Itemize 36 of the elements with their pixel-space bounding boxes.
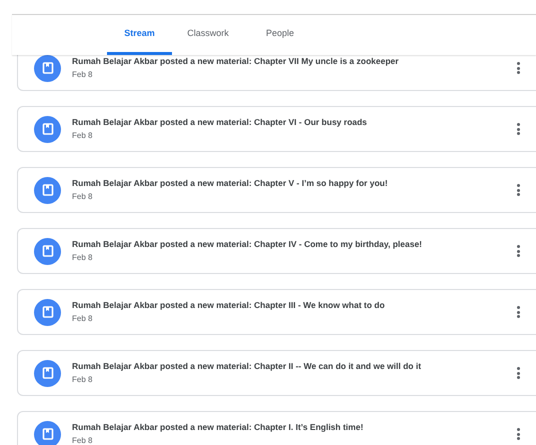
tab[interactable]: Classwork — [172, 15, 244, 55]
post-title[interactable]: Rumah Belajar Akbar posted a new material: Chapter IV - Come to my birthday, please! — [72, 238, 516, 251]
post-card[interactable]: Rumah Belajar Akbar posted a new material: Chapter II -- We can do it and we will do it Feb 8 — [17, 350, 536, 396]
more-options-icon[interactable] — [516, 184, 520, 196]
post-card[interactable]: Rumah Belajar Akbar posted a new material: Chapter VI - Our busy roads Feb 8 — [17, 106, 536, 152]
post-title[interactable]: Rumah Belajar Akbar posted a new material: Chapter I. It’s English time! — [72, 421, 516, 434]
post-title[interactable]: Rumah Belajar Akbar posted a new material: Chapter VII My uncle is a zookeeper — [72, 55, 516, 68]
post-card[interactable]: Rumah Belajar Akbar posted a new material: Chapter III - We know what to do Feb 8 — [17, 289, 536, 335]
post-date: Feb 8 — [72, 68, 94, 81]
more-options-icon[interactable] — [516, 123, 520, 135]
post-date: Feb 8 — [72, 130, 94, 142]
post-title[interactable]: Rumah Belajar Akbar posted a new material: Chapter VI - Our busy roads — [72, 116, 516, 129]
post-title[interactable]: Rumah Belajar Akbar posted a new material: Chapter II -- We can do it and we will do it — [72, 360, 516, 373]
post-title[interactable]: Rumah Belajar Akbar posted a new material: Chapter III - We know what to do — [72, 299, 516, 312]
material-icon — [34, 176, 61, 204]
tab[interactable]: People — [244, 15, 316, 55]
material-icon — [34, 298, 61, 326]
material-icon — [34, 238, 61, 264]
post-date: Feb 8 — [72, 434, 94, 445]
more-options-icon[interactable] — [516, 62, 520, 74]
post-card[interactable]: Rumah Belajar Akbar posted a new material: Chapter VII My uncle is a zookeeper Feb 8 — [17, 55, 536, 91]
more-options-icon[interactable] — [516, 306, 520, 318]
post-title[interactable]: Rumah Belajar Akbar posted a new material: Chapter V - I’m so happy for you! — [72, 177, 516, 190]
material-icon — [34, 360, 61, 386]
material-icon — [34, 116, 61, 142]
post-card[interactable]: Rumah Belajar Akbar posted a new material: Chapter V - I’m so happy for you! Feb 8 — [17, 167, 536, 213]
post-card[interactable]: Rumah Belajar Akbar posted a new material: Chapter I. It’s English time! Feb 8 — [17, 411, 536, 445]
post-card[interactable]: Rumah Belajar Akbar posted a new material: Chapter IV - Come to my birthday, please! Feb 8 — [17, 228, 536, 274]
post-date: Feb 8 — [72, 312, 94, 325]
more-options-icon[interactable] — [516, 367, 520, 379]
post-date: Feb 8 — [72, 190, 94, 203]
post-date: Feb 8 — [72, 374, 94, 386]
material-icon — [34, 420, 61, 445]
more-options-icon[interactable] — [516, 428, 520, 440]
post-date: Feb 8 — [72, 252, 94, 264]
more-options-icon[interactable] — [516, 245, 520, 257]
